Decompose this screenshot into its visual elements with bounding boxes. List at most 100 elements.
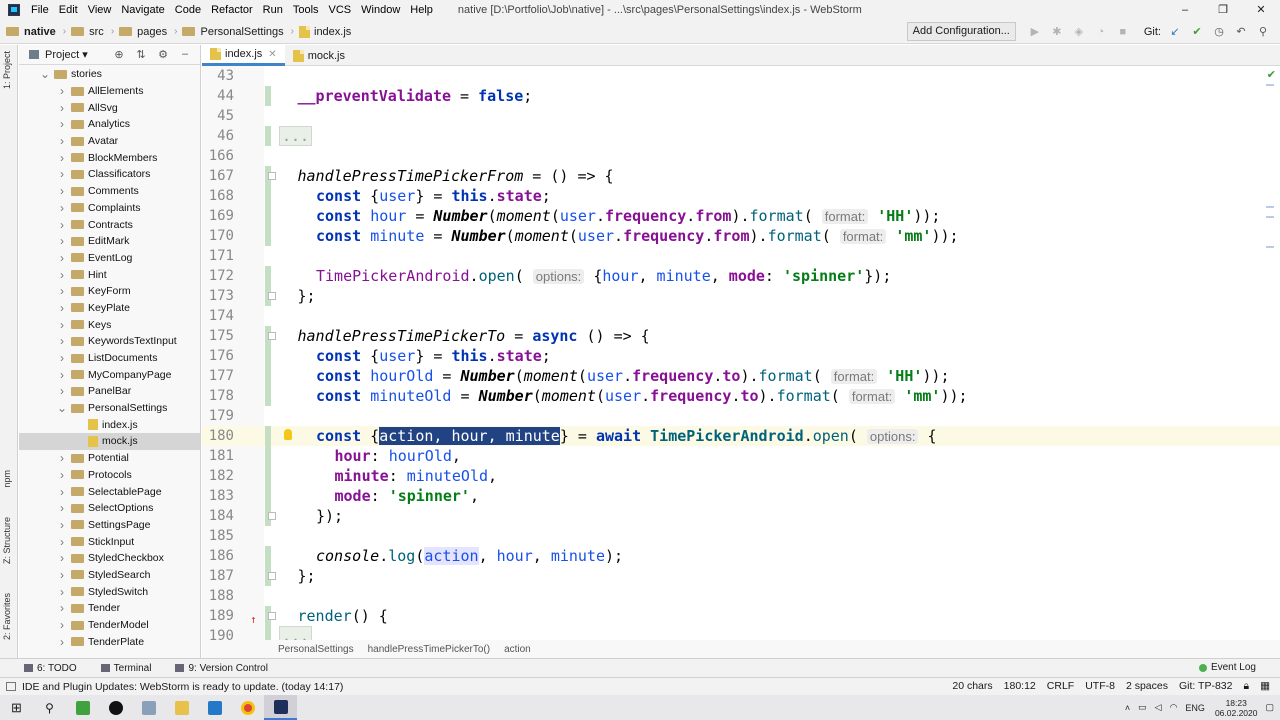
tree-item[interactable]: › EventLog bbox=[19, 250, 200, 267]
chevron-right-icon[interactable]: › bbox=[57, 101, 67, 115]
inspection-ok-icon[interactable]: ✔ bbox=[1267, 68, 1276, 81]
chevron-right-icon[interactable]: › bbox=[57, 351, 67, 365]
tree-item[interactable]: › StickInput bbox=[19, 533, 200, 550]
maximize-button[interactable]: ❐ bbox=[1204, 0, 1242, 20]
change-marker[interactable] bbox=[265, 486, 271, 506]
code-line[interactable]: 45 bbox=[202, 106, 1280, 126]
code-line[interactable]: 186 console.log(action, hour, minute); bbox=[202, 546, 1280, 566]
tree-item[interactable]: ⌄ stories bbox=[19, 66, 200, 83]
fold-marker-icon[interactable] bbox=[268, 612, 276, 620]
code-line[interactable]: 187}; bbox=[202, 566, 1280, 586]
code-line[interactable]: 185 bbox=[202, 526, 1280, 546]
code-line[interactable]: 172 TimePickerAndroid.open( options: {hou… bbox=[202, 266, 1280, 286]
chevron-right-icon[interactable]: › bbox=[57, 451, 67, 465]
chevron-right-icon[interactable]: › bbox=[57, 218, 67, 232]
chevron-right-icon[interactable]: › bbox=[57, 635, 67, 649]
tree-item[interactable]: › Analytics bbox=[19, 116, 200, 133]
code-line[interactable]: 44 __preventValidate = false; bbox=[202, 86, 1280, 106]
notification-icon[interactable]: ▢ bbox=[1265, 702, 1274, 713]
chevron-right-icon[interactable]: › bbox=[57, 184, 67, 198]
menu-run[interactable]: Run bbox=[258, 0, 288, 20]
fold-marker-icon[interactable] bbox=[268, 332, 276, 340]
code-line[interactable]: 180 const {action, hour, minute} = await … bbox=[202, 426, 1280, 446]
code-line[interactable]: 184}); bbox=[202, 506, 1280, 526]
chevron-right-icon[interactable]: › bbox=[57, 368, 67, 382]
change-marker[interactable] bbox=[265, 546, 271, 566]
fold-marker-icon[interactable] bbox=[268, 572, 276, 580]
code-line[interactable]: 182 minute: minuteOld, bbox=[202, 466, 1280, 486]
chevron-right-icon[interactable]: › bbox=[57, 284, 67, 298]
chevron-right-icon[interactable]: › bbox=[57, 251, 67, 265]
tree-item[interactable]: › AllSvg bbox=[19, 99, 200, 116]
menu-edit[interactable]: Edit bbox=[54, 0, 83, 20]
tree-item[interactable]: › Tender bbox=[19, 600, 200, 617]
minimize-button[interactable]: – bbox=[1166, 0, 1204, 20]
code-line[interactable]: 190... bbox=[202, 626, 1280, 640]
tree-item[interactable]: › Comments bbox=[19, 183, 200, 200]
tree-item[interactable]: › Complaints bbox=[19, 200, 200, 217]
code-editor[interactable]: 43 44 __preventValidate = false; 45 46... 166… bbox=[202, 66, 1280, 640]
file-encoding[interactable]: UTF-8 bbox=[1085, 680, 1115, 693]
locate-icon[interactable]: ⊕ bbox=[108, 48, 130, 61]
collapse-all-icon[interactable]: ⇅ bbox=[130, 48, 152, 61]
fold-marker-icon[interactable] bbox=[268, 292, 276, 300]
change-marker[interactable] bbox=[265, 86, 271, 106]
tree-item[interactable]: › SettingsPage bbox=[19, 517, 200, 534]
change-marker[interactable] bbox=[265, 426, 271, 446]
favorites-tool-tab[interactable]: 2: Favorites bbox=[2, 593, 12, 640]
coverage-icon[interactable]: ◈ bbox=[1068, 25, 1090, 38]
taskbar-app-webstorm[interactable] bbox=[264, 695, 297, 720]
change-marker[interactable] bbox=[265, 206, 271, 226]
fold-marker-icon[interactable] bbox=[268, 172, 276, 180]
line-separator[interactable]: CRLF bbox=[1047, 680, 1074, 693]
change-marker[interactable] bbox=[265, 126, 271, 146]
search-icon[interactable]: ⚲ bbox=[1252, 25, 1274, 38]
tree-item[interactable]: › ListDocuments bbox=[19, 350, 200, 367]
npm-tool-tab[interactable]: npm bbox=[2, 470, 12, 488]
crumb-src[interactable]: src bbox=[71, 26, 104, 38]
chevron-right-icon[interactable]: › bbox=[57, 568, 67, 582]
code-line[interactable]: 166 bbox=[202, 146, 1280, 166]
taskbar-app-chrome[interactable] bbox=[231, 695, 264, 720]
code-line[interactable]: 173}; bbox=[202, 286, 1280, 306]
crumb-pages[interactable]: pages bbox=[119, 26, 167, 38]
network-icon[interactable]: ▭ bbox=[1138, 702, 1147, 713]
crumb-class[interactable]: PersonalSettings bbox=[278, 644, 354, 655]
menu-file[interactable]: File bbox=[26, 0, 54, 20]
close-tab-icon[interactable]: ✕ bbox=[268, 49, 276, 60]
chevron-right-icon[interactable]: › bbox=[57, 618, 67, 632]
memory-icon[interactable]: ▦ bbox=[1260, 680, 1270, 693]
tree-item[interactable]: › StyledSearch bbox=[19, 567, 200, 584]
fold-marker-icon[interactable] bbox=[268, 512, 276, 520]
git-commit-icon[interactable]: ✔ bbox=[1186, 25, 1208, 38]
tree-item[interactable]: › SelectOptions bbox=[19, 500, 200, 517]
tree-item[interactable]: › Protocols bbox=[19, 467, 200, 484]
search-button[interactable]: ⚲ bbox=[33, 695, 66, 720]
taskbar-app-terminal[interactable] bbox=[99, 695, 132, 720]
chevron-right-icon[interactable]: › bbox=[57, 501, 67, 515]
change-marker[interactable] bbox=[265, 366, 271, 386]
chevron-right-icon[interactable]: › bbox=[57, 601, 67, 615]
chevron-right-icon[interactable]: › bbox=[57, 535, 67, 549]
status-toggle-icon[interactable] bbox=[6, 682, 16, 691]
tree-item[interactable]: ⌄ PersonalSettings bbox=[19, 400, 200, 417]
code-line[interactable]: 174 bbox=[202, 306, 1280, 326]
start-button[interactable]: ⊞ bbox=[0, 695, 33, 720]
chevron-right-icon[interactable]: › bbox=[57, 234, 67, 248]
tray-wifi-icon[interactable]: ◠ bbox=[1170, 702, 1178, 713]
chevron-right-icon[interactable]: › bbox=[57, 117, 67, 131]
menu-tools[interactable]: Tools bbox=[288, 0, 324, 20]
tree-item[interactable]: mock.js bbox=[19, 433, 200, 450]
code-line[interactable]: 188 bbox=[202, 586, 1280, 606]
code-line[interactable]: 169 const hour = Number(moment(user.frequ… bbox=[202, 206, 1280, 226]
chevron-right-icon[interactable]: › bbox=[57, 318, 67, 332]
indent-setting[interactable]: 2 spaces bbox=[1126, 680, 1168, 693]
chevron-right-icon[interactable]: › bbox=[57, 384, 67, 398]
todo-tab[interactable]: 6: TODO bbox=[24, 663, 77, 674]
code-line[interactable]: 183 mode: 'spinner', bbox=[202, 486, 1280, 506]
menu-code[interactable]: Code bbox=[170, 0, 206, 20]
tab-mock-js[interactable]: mock.js bbox=[285, 45, 353, 66]
chevron-right-icon[interactable]: › bbox=[57, 518, 67, 532]
gear-icon[interactable]: ⚙ bbox=[152, 48, 174, 61]
change-marker[interactable] bbox=[265, 346, 271, 366]
